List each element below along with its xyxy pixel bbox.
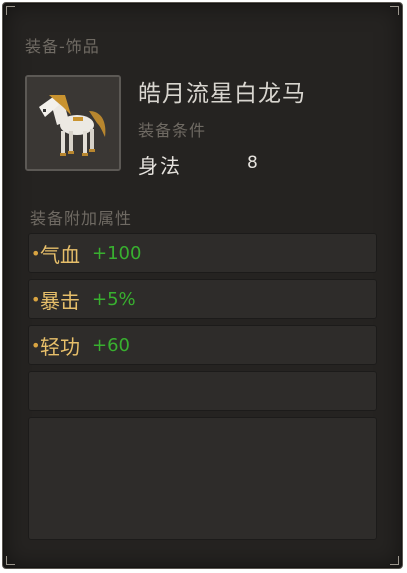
item-name: 皓月流星白龙马 <box>138 81 306 107</box>
attribute-value: +5% <box>92 288 136 310</box>
description-box <box>28 417 377 540</box>
empty-attribute-row <box>28 371 377 411</box>
attribute-row: • 气血 +100 <box>28 233 377 273</box>
requirement-value: 8 <box>247 153 258 173</box>
attribute-value: +100 <box>92 242 142 264</box>
attribute-value: +60 <box>92 334 130 356</box>
attribute-name: 轻功 <box>40 334 80 359</box>
item-category: 装备-饰品 <box>25 37 100 56</box>
attribute-name: 气血 <box>40 242 80 267</box>
attribute-row: • 轻功 +60 <box>28 325 377 365</box>
attribute-row: • 暴击 +5% <box>28 279 377 319</box>
bullet: • <box>31 335 41 355</box>
item-icon-frame <box>25 75 121 171</box>
attribute-name: 暴击 <box>40 288 80 313</box>
attribute-list: • 气血 +100 • 暴击 +5% • 轻功 +60 <box>28 233 377 540</box>
corner-ornament <box>6 556 15 565</box>
item-tooltip-panel: 装备-饰品 皓月流星白龙马 装备条件 身法 8 装备附加属性 • 气血 +100… <box>2 2 403 569</box>
white-horse-icon <box>27 77 119 169</box>
bullet: • <box>31 243 41 263</box>
corner-ornament <box>6 6 15 15</box>
requirement-label: 装备条件 <box>138 121 207 140</box>
corner-ornament <box>390 6 399 15</box>
requirement-stat: 身法 <box>138 154 182 178</box>
bullet: • <box>31 289 41 309</box>
attributes-label: 装备附加属性 <box>30 209 133 228</box>
corner-ornament <box>390 556 399 565</box>
